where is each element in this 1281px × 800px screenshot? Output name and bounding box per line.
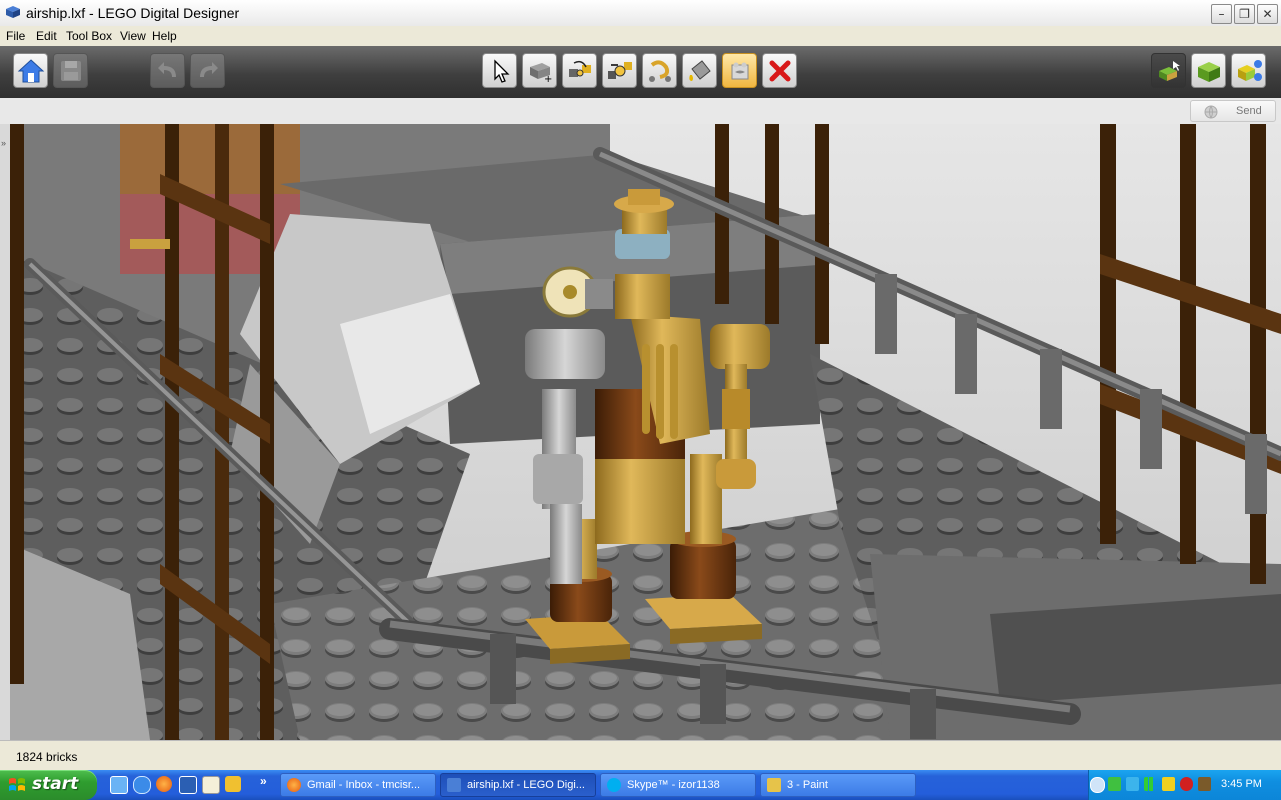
delete-tool[interactable] (762, 53, 797, 88)
close-icon: ✕ (1262, 7, 1273, 21)
tray-security-icon[interactable] (1108, 777, 1121, 791)
task-gmail[interactable]: Gmail - Inbox - tmcisr... (280, 773, 436, 797)
windows-flag-icon (9, 778, 25, 791)
flex-tool[interactable] (642, 53, 677, 88)
floppy-icon (61, 61, 81, 81)
clock: 3:45 PM (1221, 778, 1262, 790)
send-label: Send (1236, 105, 1262, 117)
svg-text:+: + (544, 74, 552, 85)
tray-signal-icon[interactable] (1144, 777, 1157, 791)
task-skype[interactable]: Skype™ - izor1138 (600, 773, 756, 797)
clone-tool[interactable]: + (522, 53, 557, 88)
tool-icon[interactable] (225, 776, 241, 792)
lego-designer-app-icon (6, 6, 20, 18)
view-mode-button[interactable] (1191, 53, 1226, 88)
save-button[interactable] (53, 53, 88, 88)
redo-arrow-icon (200, 62, 218, 77)
paint-icon (767, 778, 781, 792)
hide-icon (731, 62, 749, 80)
view-mode-icon (1198, 62, 1220, 82)
hinge-icon (569, 60, 591, 77)
brick-count: 1824 bricks (16, 750, 78, 764)
quicklaunch-desktop-icon[interactable] (110, 776, 128, 794)
tray-alert-icon[interactable] (1162, 777, 1175, 791)
menu-edit[interactable]: Edit (36, 29, 57, 43)
menu-view[interactable]: View (120, 29, 146, 43)
build-mode-icon (1159, 61, 1180, 81)
hide-tool[interactable] (722, 53, 757, 88)
task-label: 3 - Paint (787, 779, 828, 791)
menu-help[interactable]: Help (152, 29, 177, 43)
home-icon (17, 59, 45, 83)
task-lego-designer[interactable]: airship.lxf - LEGO Digi... (440, 773, 596, 797)
outlook-icon[interactable] (202, 776, 220, 794)
minimize-icon: – (1218, 7, 1225, 21)
cursor-icon (494, 59, 510, 83)
quicklaunch-more-chevron[interactable]: » (260, 774, 267, 788)
ie-icon[interactable] (133, 776, 151, 794)
task-label: Gmail - Inbox - tmcisr... (307, 779, 421, 791)
tray-app-icon[interactable] (1180, 777, 1193, 791)
status-bar: 1824 bricks (0, 740, 1281, 771)
clone-brick-icon: + (530, 63, 552, 85)
firefox-icon (287, 778, 301, 792)
tray-volume-icon[interactable] (1198, 777, 1211, 791)
home-button[interactable] (13, 53, 48, 88)
undo-button[interactable] (150, 53, 185, 88)
close-button[interactable]: ✕ (1257, 4, 1278, 24)
send-globe-icon (1204, 105, 1218, 119)
hinge-align-tool[interactable] (602, 53, 637, 88)
model-scene (10, 124, 1281, 740)
word-icon[interactable] (179, 776, 197, 794)
paint-bucket-icon (689, 60, 711, 81)
menu-file[interactable]: File (6, 29, 25, 43)
send-button[interactable]: Send (1190, 100, 1276, 122)
hinge-align-icon (608, 62, 632, 79)
sub-toolbar (0, 98, 1281, 125)
minimize-button[interactable]: – (1211, 4, 1232, 24)
skype-icon (607, 778, 621, 792)
tray-expand-icon[interactable] (1090, 777, 1105, 793)
select-tool[interactable] (482, 53, 517, 88)
restore-icon: ❐ (1239, 7, 1250, 21)
paint-tool[interactable] (682, 53, 717, 88)
build-mode-button[interactable] (1151, 53, 1186, 88)
redo-button[interactable] (190, 53, 225, 88)
red-x-icon (769, 60, 791, 82)
start-label: start (32, 774, 79, 794)
menu-bar: File Edit Tool Box View Help (0, 26, 1281, 46)
task-label: airship.lxf - LEGO Digi... (467, 779, 585, 791)
lego-designer-icon (447, 778, 461, 792)
window-title: airship.lxf - LEGO Digital Designer (26, 5, 240, 21)
3d-viewport[interactable] (10, 124, 1281, 740)
hinge-tool[interactable] (562, 53, 597, 88)
firefox-icon[interactable] (156, 776, 172, 792)
maximize-button[interactable]: ❐ (1234, 4, 1255, 24)
instructions-mode-button[interactable] (1231, 53, 1266, 88)
undo-arrow-icon (158, 62, 176, 77)
menu-toolbox[interactable]: Tool Box (66, 29, 112, 43)
flex-icon (649, 60, 671, 82)
expand-arrows-icon: » (1, 138, 7, 148)
task-label: Skype™ - izor1138 (627, 779, 720, 791)
instructions-mode-icon (1238, 60, 1262, 81)
title-bar: airship.lxf - LEGO Digital Designer (0, 0, 1281, 27)
task-paint[interactable]: 3 - Paint (760, 773, 916, 797)
start-button[interactable]: start (0, 770, 97, 800)
tray-network-icon[interactable] (1126, 777, 1139, 791)
